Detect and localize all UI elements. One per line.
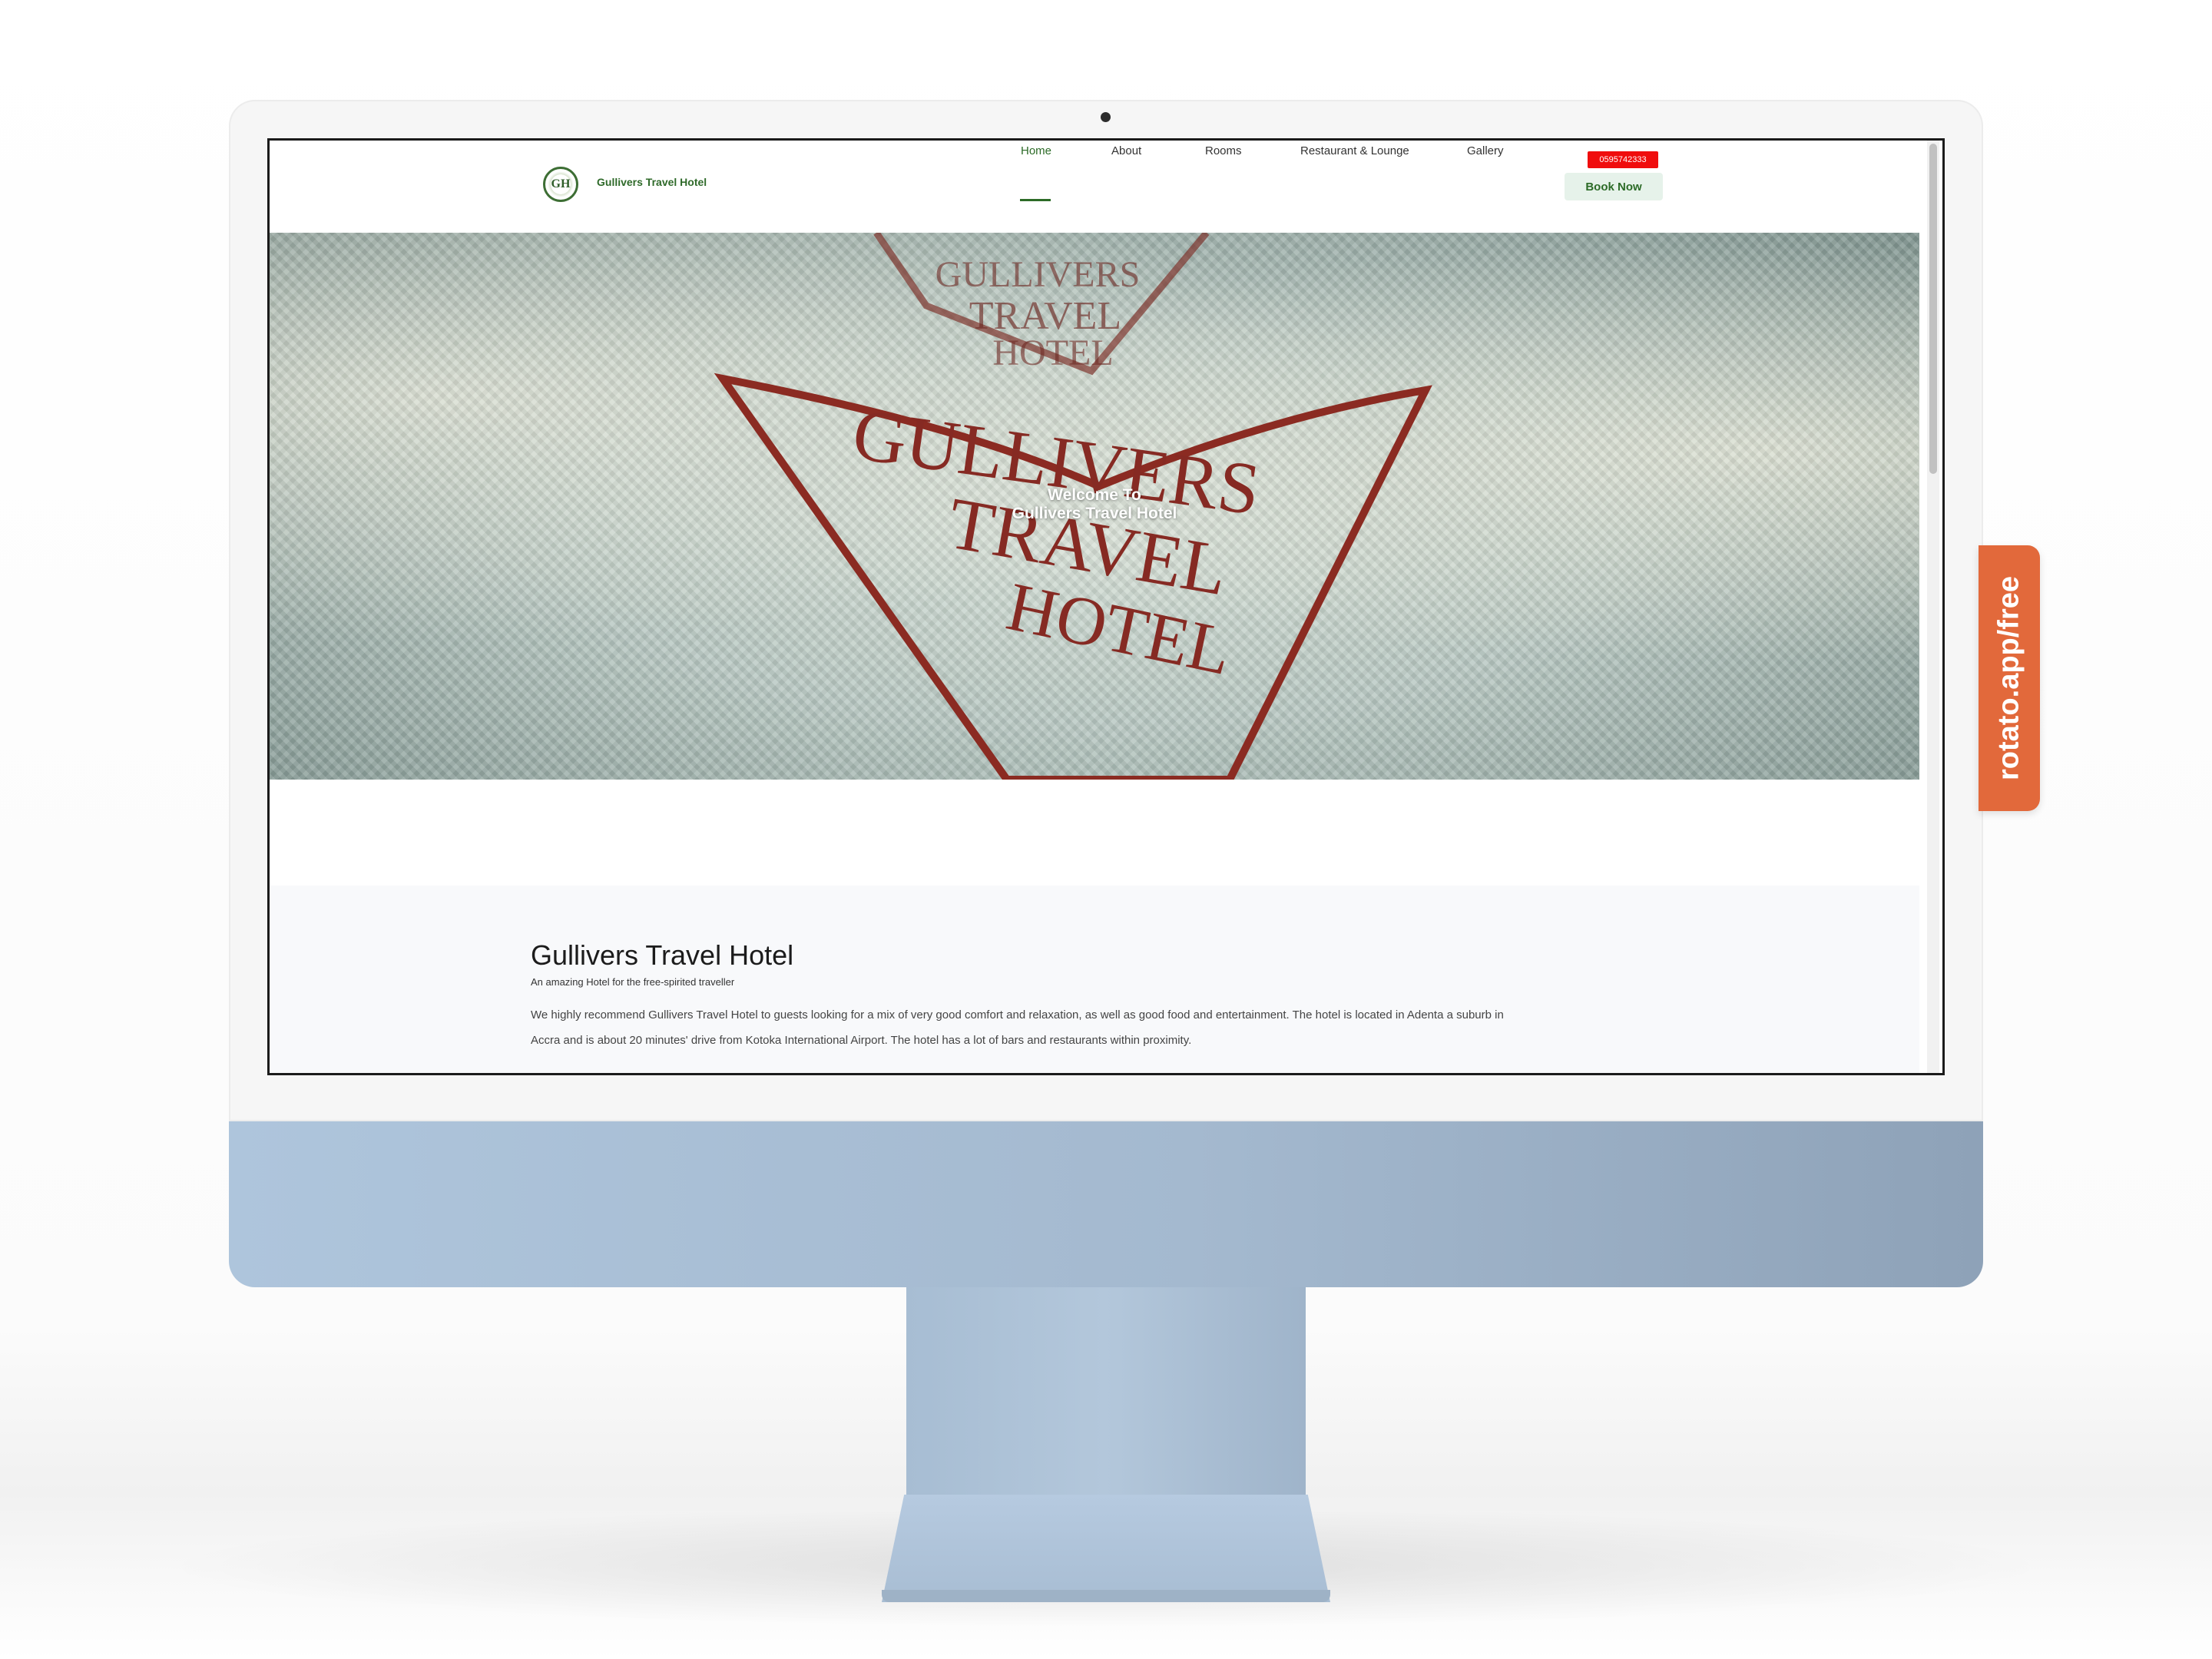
imac-stand-foot-edge: [882, 1590, 1330, 1602]
nav-about[interactable]: About: [1111, 144, 1141, 157]
camera-dot: [1101, 112, 1111, 122]
about-body-line2: Accra and is about 20 minutes' drive fro…: [531, 1034, 1192, 1047]
imac-chin: [229, 1121, 1983, 1287]
emblem-top-line1: GULLIVERS: [935, 254, 1141, 295]
nav-restaurant-lounge[interactable]: Restaurant & Lounge: [1300, 144, 1409, 157]
hotel-logo[interactable]: GH: [543, 167, 578, 202]
browser-viewport: GH Gullivers Travel Hotel 0595742333 Hom…: [267, 138, 1945, 1075]
brand-name[interactable]: Gullivers Travel Hotel: [597, 176, 707, 188]
book-now-button[interactable]: Book Now: [1565, 173, 1663, 200]
hero-title-line1: Welcome To: [1048, 486, 1141, 504]
logo-monogram: GH: [551, 177, 571, 190]
emblem-top-line3: HOTEL: [992, 333, 1113, 373]
hero-banner: GULLIVERS TRAVEL HOTEL GULLIVERS TRAVEL …: [270, 233, 1919, 780]
scrollbar-thumb[interactable]: [1929, 144, 1937, 474]
nav-active-indicator: [1020, 199, 1051, 201]
hero-title-line2: Gullivers Travel Hotel: [1012, 505, 1177, 522]
emblem-top-line2: TRAVEL: [969, 294, 1121, 338]
about-body-line1: We highly recommend Gullivers Travel Hot…: [531, 1008, 1504, 1022]
about-tagline: An amazing Hotel for the free-spirited t…: [531, 976, 735, 988]
site-header: GH Gullivers Travel Hotel 0595742333 Hom…: [270, 141, 1942, 233]
phone-badge[interactable]: 0595742333: [1588, 151, 1658, 168]
about-title: Gullivers Travel Hotel: [531, 939, 794, 971]
nav-home[interactable]: Home: [1021, 144, 1051, 157]
hero-title: Welcome To Gullivers Travel Hotel: [270, 486, 1919, 523]
imac-stand-foot: [882, 1495, 1330, 1602]
nav-rooms[interactable]: Rooms: [1205, 144, 1242, 157]
rotato-watermark-tab[interactable]: rotato.app/free: [1979, 545, 2040, 811]
about-body: We highly recommend Gullivers Travel Hot…: [531, 1002, 1652, 1053]
rotato-watermark-text: rotato.app/free: [1992, 575, 2025, 781]
about-section: Gullivers Travel Hotel An amazing Hotel …: [270, 886, 1919, 1073]
imac-stand: [906, 1287, 1306, 1495]
nav-gallery[interactable]: Gallery: [1467, 144, 1504, 157]
